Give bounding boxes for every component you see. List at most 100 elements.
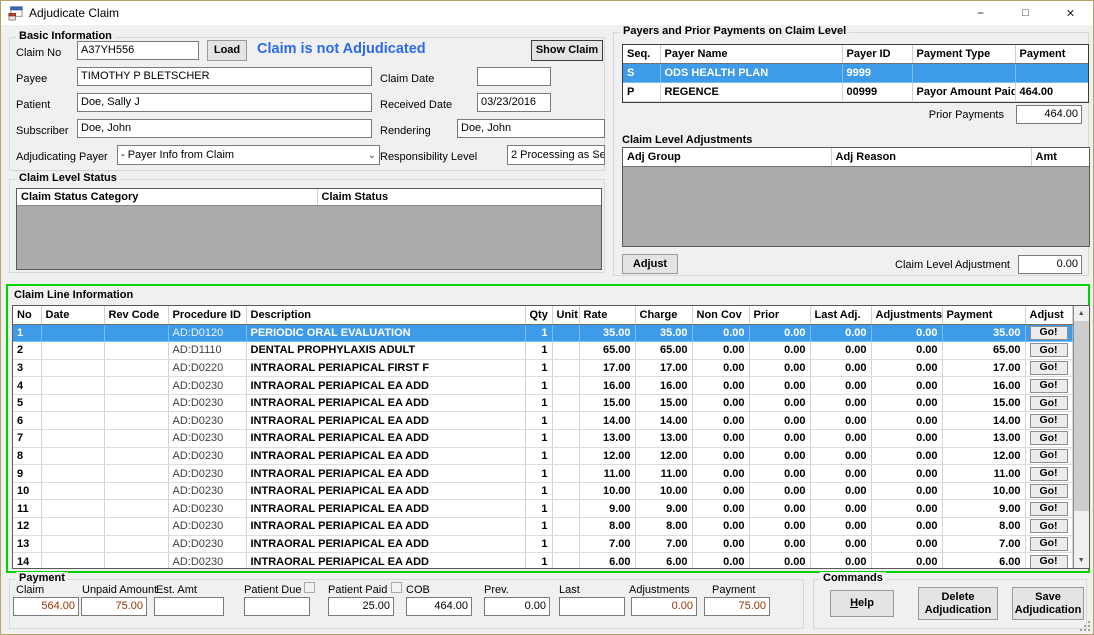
column-header-amt[interactable]: Amt [1031, 148, 1089, 166]
patient-paid-input[interactable]: 25.00 [328, 597, 394, 616]
save-adjudication-button[interactable]: Save Adjudication [1012, 587, 1084, 620]
load-button[interactable]: Load [207, 40, 247, 61]
table-row[interactable]: 5AD:D0230INTRAORAL PERIAPICAL EA ADD115.… [13, 394, 1072, 412]
go-button[interactable]: Go! [1030, 555, 1068, 569]
payee-input[interactable]: TIMOTHY P BLETSCHER [77, 67, 372, 86]
go-button[interactable]: Go! [1030, 396, 1068, 410]
claim-amount-input[interactable]: 564.00 [13, 597, 79, 616]
est-amt-input[interactable] [154, 597, 224, 616]
column-header-last-adj-[interactable]: Last Adj. [810, 306, 871, 324]
column-header-payer-id[interactable]: Payer ID [842, 45, 912, 63]
go-button[interactable]: Go! [1030, 502, 1068, 516]
column-header-unit[interactable]: Unit [552, 306, 579, 324]
column-header-payment[interactable]: Payment [942, 306, 1025, 324]
table-row[interactable]: 1AD:D0120PERIODIC ORAL EVALUATION135.003… [13, 324, 1072, 342]
claim-no-input[interactable]: A37YH556 [77, 41, 199, 60]
patient-due-input[interactable] [244, 597, 310, 616]
scrollbar-thumb[interactable] [1074, 321, 1090, 511]
show-claim-button[interactable]: Show Claim [531, 40, 603, 61]
column-header-adj-group[interactable]: Adj Group [623, 148, 831, 166]
table-row[interactable]: 2AD:D1110DENTAL PROPHYLAXIS ADULT165.006… [13, 342, 1072, 360]
column-header-procedure-id[interactable]: Procedure ID [168, 306, 246, 324]
patient-input[interactable]: Doe, Sally J [77, 93, 372, 112]
last-label: Last [559, 584, 580, 596]
table-row[interactable]: 4AD:D0230INTRAORAL PERIAPICAL EA ADD116.… [13, 377, 1072, 395]
help-button[interactable]: Help [830, 590, 894, 617]
claim-level-adjustment-input[interactable]: 0.00 [1018, 255, 1082, 274]
payment-amount-input[interactable]: 75.00 [704, 597, 770, 616]
adjustments-input[interactable]: 0.00 [631, 597, 697, 616]
rendering-input[interactable]: Doe, John [457, 119, 605, 138]
column-header-payment[interactable]: Payment [1015, 45, 1088, 63]
resize-grip[interactable] [1079, 620, 1091, 632]
column-header-rate[interactable]: Rate [579, 306, 635, 324]
cell-no: 12 [13, 518, 41, 536]
delete-adjudication-button[interactable]: Delete Adjudication [918, 587, 998, 620]
go-button[interactable]: Go! [1030, 484, 1068, 498]
column-header-claim-status-category[interactable]: Claim Status Category [17, 189, 317, 205]
table-row[interactable]: 7AD:D0230INTRAORAL PERIAPICAL EA ADD113.… [13, 430, 1072, 448]
last-input[interactable] [559, 597, 625, 616]
cell-last_adj: 0.00 [810, 553, 871, 569]
column-header-adj-reason[interactable]: Adj Reason [831, 148, 1031, 166]
column-header-payment-type[interactable]: Payment Type [912, 45, 1015, 63]
vertical-scrollbar[interactable]: ▲ ▼ [1073, 306, 1090, 568]
column-header-prior[interactable]: Prior [749, 306, 810, 324]
table-row[interactable]: 8AD:D0230INTRAORAL PERIAPICAL EA ADD112.… [13, 447, 1072, 465]
go-button[interactable]: Go! [1030, 326, 1068, 340]
maximize-button[interactable]: □ [1003, 1, 1048, 25]
table-row[interactable]: PREGENCE00999Payor Amount Paid464.00 [623, 82, 1088, 101]
table-row[interactable]: 3AD:D0220INTRAORAL PERIAPICAL FIRST F117… [13, 359, 1072, 377]
go-button[interactable]: Go! [1030, 449, 1068, 463]
column-header-description[interactable]: Description [246, 306, 525, 324]
scroll-down-icon[interactable]: ▼ [1074, 553, 1090, 568]
close-button[interactable]: ✕ [1048, 1, 1093, 25]
cell-payment: 9.00 [942, 500, 1025, 518]
table-row[interactable]: 14AD:D0230INTRAORAL PERIAPICAL EA ADD16.… [13, 553, 1072, 569]
cell-unit [552, 465, 579, 483]
table-row[interactable]: 12AD:D0230INTRAORAL PERIAPICAL EA ADD18.… [13, 518, 1072, 536]
prev-input[interactable]: 0.00 [484, 597, 550, 616]
table-row[interactable]: 6AD:D0230INTRAORAL PERIAPICAL EA ADD114.… [13, 412, 1072, 430]
go-button[interactable]: Go! [1030, 414, 1068, 428]
cell-adjustments: 0.00 [871, 377, 942, 395]
column-header-rev-code[interactable]: Rev Code [104, 306, 168, 324]
responsibility-level-dropdown[interactable]: 2 Processing as Second ⌄ [507, 145, 605, 165]
go-button[interactable]: Go! [1030, 343, 1068, 357]
unpaid-amount-input[interactable]: 75.00 [81, 597, 147, 616]
subscriber-input[interactable]: Doe, John [77, 119, 372, 138]
cell-payment: 17.00 [942, 359, 1025, 377]
table-row[interactable]: SODS HEALTH PLAN9999 [623, 63, 1088, 82]
column-header-qty[interactable]: Qty [525, 306, 552, 324]
go-button[interactable]: Go! [1030, 361, 1068, 375]
claim-date-input[interactable] [477, 67, 551, 86]
cob-input[interactable]: 464.00 [406, 597, 472, 616]
received-date-input[interactable]: 03/23/2016 [477, 93, 551, 112]
go-button[interactable]: Go! [1030, 519, 1068, 533]
go-button[interactable]: Go! [1030, 537, 1068, 551]
column-header-charge[interactable]: Charge [635, 306, 692, 324]
prior-payments-input[interactable]: 464.00 [1016, 105, 1082, 124]
table-row[interactable]: 10AD:D0230INTRAORAL PERIAPICAL EA ADD110… [13, 482, 1072, 500]
scroll-up-icon[interactable]: ▲ [1074, 306, 1090, 321]
column-header-payer-name[interactable]: Payer Name [660, 45, 842, 63]
adjust-button[interactable]: Adjust [622, 254, 678, 274]
column-header-non-cov[interactable]: Non Cov [692, 306, 749, 324]
patient-paid-checkbox[interactable] [391, 582, 402, 593]
patient-due-checkbox[interactable] [304, 582, 315, 593]
go-button[interactable]: Go! [1030, 467, 1068, 481]
column-header-seq-[interactable]: Seq. [623, 45, 660, 63]
adjudicating-payer-dropdown[interactable]: - Payer Info from Claim ⌄ [117, 145, 380, 165]
scrollbar-track[interactable] [1074, 321, 1090, 553]
table-row[interactable]: 13AD:D0230INTRAORAL PERIAPICAL EA ADD17.… [13, 535, 1072, 553]
go-button[interactable]: Go! [1030, 431, 1068, 445]
column-header-no[interactable]: No [13, 306, 41, 324]
column-header-date[interactable]: Date [41, 306, 104, 324]
go-button[interactable]: Go! [1030, 379, 1068, 393]
column-header-adjustments[interactable]: Adjustments [871, 306, 942, 324]
table-row[interactable]: 11AD:D0230INTRAORAL PERIAPICAL EA ADD19.… [13, 500, 1072, 518]
column-header-claim-status[interactable]: Claim Status [317, 189, 601, 205]
minimize-button[interactable]: − [958, 1, 1003, 25]
column-header-adjust[interactable]: Adjust [1025, 306, 1072, 324]
table-row[interactable]: 9AD:D0230INTRAORAL PERIAPICAL EA ADD111.… [13, 465, 1072, 483]
